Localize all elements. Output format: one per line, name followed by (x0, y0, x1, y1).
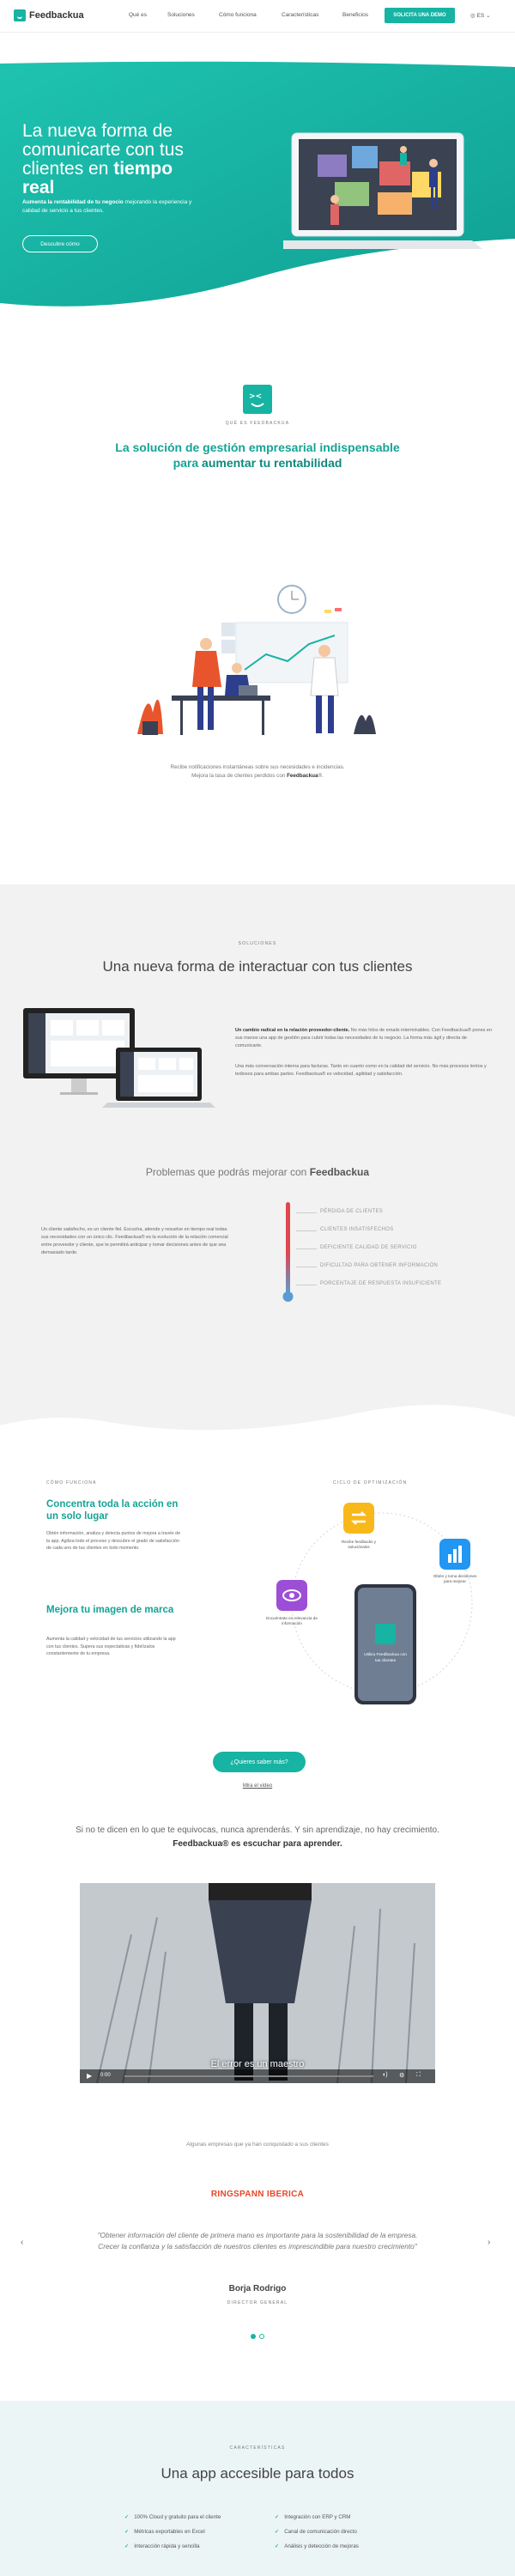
video-time: 0:00 (100, 2073, 111, 2078)
request-demo-button[interactable]: SOLICITA UNA DEMO (385, 8, 455, 23)
problem-tick (296, 1212, 317, 1213)
cycle-eyebrow: CICLO DE OPTIMIZACIÓN (333, 1480, 408, 1485)
volume-icon[interactable]: ◖) (382, 2072, 388, 2078)
hero-subtitle: Aumenta la rentabilidad de tu negocio me… (22, 199, 192, 214)
feature-item: ✓ Métricas exportables en Excel (124, 2529, 205, 2535)
settings-icon[interactable]: ⚙ (399, 2072, 404, 2079)
logo-text: Feedbackua (29, 10, 84, 21)
problems-title: Problemas que podrás mejorar con Feedbac… (145, 1166, 370, 1178)
carousel-dot-active[interactable] (251, 2334, 256, 2339)
how-heading-1: Concentra toda la acción en un solo luga… (46, 1499, 179, 1522)
nav-soluciones[interactable]: Soluciones (167, 12, 195, 18)
learn-more-button[interactable]: ¿Quieres saber más? (213, 1752, 306, 1772)
brand-logo[interactable]: Feedbackua (14, 9, 84, 21)
hero-laptop-illustration (283, 132, 482, 249)
nav-caracteristicas[interactable]: Características (282, 12, 318, 18)
nav-que-es[interactable]: Qué es (129, 12, 147, 18)
feature-item: ✓ Interacción rápida y sencilla (124, 2543, 200, 2549)
svg-text:><: >< (249, 392, 262, 401)
how-heading-2: Mejora tu imagen de marca (46, 1605, 174, 1615)
nav-beneficios[interactable]: Beneficios (342, 12, 368, 18)
caracteristicas-eyebrow: CARACTERÍSTICAS (229, 2445, 286, 2451)
soluciones-paragraph-2: Una más conversación interna para factur… (235, 1064, 487, 1077)
cycle-label-decisions: Obtén y toma decisiones para mejorar (433, 1574, 477, 1583)
phone-app-icon (375, 1624, 396, 1644)
testimonials-intro: Algunas empresas que ya han conquistado … (186, 2142, 329, 2148)
watch-video-link[interactable]: Mira el vídeo (0, 1783, 515, 1789)
caracteristicas-background (0, 2401, 515, 2576)
cycle-label-info: Encuéntrate en relevancia de información (266, 1616, 318, 1625)
chart-cycle-icon (439, 1539, 470, 1570)
feature-item: ✓ 100% Cloud y gratuito para el cliente (124, 2514, 221, 2520)
check-icon: ✓ (275, 2529, 280, 2535)
eye-cycle-icon (276, 1580, 307, 1611)
problem-item: DEFICIENTE CALIDAD DE SERVICIO (320, 1245, 417, 1250)
problem-tick (296, 1230, 317, 1231)
video-frame (80, 1883, 435, 2083)
que-es-title: La solución de gestión empresarial indis… (115, 440, 400, 470)
phone-mockup: Utiliza Feedbackua con tus clientes (354, 1584, 416, 1704)
problem-item: CLIENTES INSATISFECHOS (320, 1227, 394, 1232)
check-icon: ✓ (124, 2529, 130, 2535)
carousel-next-icon[interactable]: › (488, 2238, 490, 2247)
como-funciona-eyebrow: CÓMO FUNCIONA (46, 1480, 97, 1485)
check-icon: ✓ (275, 2514, 280, 2520)
soluciones-paragraph-1: Un cambio radical en la relación proveed… (235, 1028, 493, 1048)
problem-item: PORCENTAJE DE RESPUESTA INSUFICIENTE (320, 1281, 442, 1286)
how-paragraph-2: Aumenta la calidad y velocidad de tus se… (46, 1637, 176, 1656)
how-paragraph-1: Obtén información, analiza y detecta pun… (46, 1531, 181, 1551)
carousel-prev-icon[interactable]: ‹ (21, 2238, 23, 2247)
hero-title: La nueva forma de comunicarte con tus cl… (22, 121, 184, 197)
video-lead: Si no te dicen en lo que te equivocas, n… (76, 1826, 439, 1849)
company-logo: RINGSPANN IBERICA (210, 2190, 305, 2199)
testimonial-quote: "Obtener información del cliente de prim… (97, 2231, 418, 2251)
check-icon: ✓ (124, 2543, 130, 2549)
office-illustration (137, 585, 376, 735)
logo-icon (14, 9, 26, 21)
feedback-cycle-icon (343, 1503, 374, 1534)
soluciones-eyebrow: SOLUCIONES (238, 941, 277, 946)
thermometer-icon (282, 1202, 294, 1302)
feature-item: ✓ Canal de comunicación directo (275, 2529, 357, 2535)
caracteristicas-title: Una app accesible para todos (161, 2465, 354, 2482)
feature-item: ✓ Integración con ERP y CRM (275, 2514, 351, 2520)
video-controls: ▶ 0:00 ◖) ⚙ ⛶ (80, 2069, 435, 2083)
video-subtitle: El error es un maestro (210, 2059, 305, 2069)
problem-item: PÉRDIDA DE CLIENTES (320, 1209, 384, 1214)
language-label: ES (476, 13, 485, 19)
app-logo-icon: >< (243, 385, 272, 414)
que-es-caption: Recibe notificaciones instantáneas sobre… (170, 764, 345, 779)
nav-como-funciona[interactable]: Cómo funciona (219, 12, 257, 18)
problems-paragraph: Un cliente satisfecho, es un cliente fie… (41, 1227, 228, 1255)
devices-illustration (23, 1008, 215, 1108)
cycle-label-feedback: Recibe feedbacks y soluciónalos (341, 1540, 377, 1549)
soluciones-title: Una nueva forma de interactuar con tus c… (102, 958, 413, 975)
check-icon: ✓ (275, 2543, 280, 2549)
problem-item: DIFICULTAD PARA OBTENER INFORMACIÓN (320, 1263, 439, 1268)
play-icon[interactable]: ▶ (87, 2072, 92, 2080)
que-es-eyebrow: QUÉ ES FEEDBACKUA (225, 421, 290, 426)
testimonial-role: DIRECTOR GENERAL (227, 2300, 288, 2306)
site-header: Feedbackua Qué es Soluciones Cómo funcio… (0, 0, 515, 33)
chevron-down-icon: ⌄ (484, 13, 491, 19)
video-progress-bar[interactable] (124, 2075, 373, 2077)
discover-how-button[interactable]: Descubre cómo (22, 235, 98, 252)
fullscreen-icon[interactable]: ⛶ (416, 2072, 421, 2079)
video-player[interactable]: El error es un maestro ▶ 0:00 ◖) ⚙ ⛶ (80, 1883, 435, 2083)
check-icon: ✓ (124, 2514, 130, 2520)
feature-item: ✓ Análisis y detección de mejoras (275, 2543, 359, 2549)
carousel-dot[interactable] (259, 2334, 264, 2339)
testimonial-name: Borja Rodrigo (228, 2284, 287, 2293)
language-selector[interactable]: ◎ ES ⌄ (470, 12, 490, 19)
phone-text: Utiliza Feedbackua con tus clientes (364, 1653, 407, 1663)
